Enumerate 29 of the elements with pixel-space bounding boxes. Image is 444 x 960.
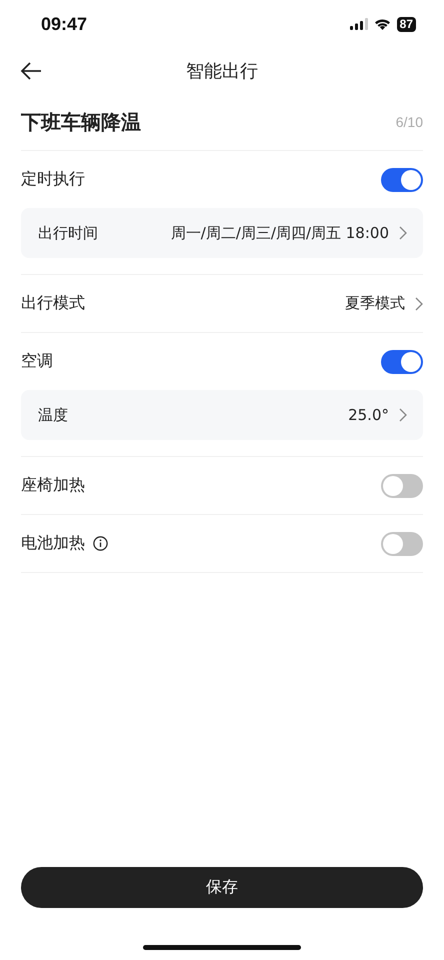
setting-label: 电池加热 bbox=[21, 533, 85, 554]
sub-setting-card[interactable]: 温度 25.0° bbox=[21, 390, 423, 440]
sub-setting-label: 温度 bbox=[38, 406, 68, 424]
info-icon[interactable] bbox=[93, 536, 108, 551]
toggle-switch[interactable] bbox=[381, 532, 423, 556]
toggle-switch[interactable] bbox=[381, 474, 423, 498]
battery-level: 87 bbox=[396, 16, 416, 32]
toggle-switch[interactable] bbox=[381, 168, 423, 192]
chevron-right-icon bbox=[399, 226, 407, 240]
save-button[interactable]: 保存 bbox=[21, 867, 423, 908]
page-title: 智能出行 bbox=[186, 60, 258, 83]
sub-setting-card[interactable]: 出行时间 周一/周二/周三/周四/周五 18:00 bbox=[21, 208, 423, 258]
setting-label: 座椅加热 bbox=[21, 475, 85, 496]
setting-label: 出行模式 bbox=[21, 293, 85, 314]
chevron-right-icon bbox=[399, 408, 407, 422]
sub-setting-label: 出行时间 bbox=[38, 224, 98, 242]
chevron-right-icon bbox=[415, 296, 423, 310]
character-count: 6/10 bbox=[396, 114, 423, 130]
setting-label: 定时执行 bbox=[21, 169, 85, 190]
wifi-icon bbox=[374, 18, 391, 30]
back-arrow-icon bbox=[20, 62, 42, 80]
status-time: 09:47 bbox=[41, 14, 88, 34]
setting-value[interactable]: 夏季模式 bbox=[345, 294, 405, 313]
toggle-switch[interactable] bbox=[381, 350, 423, 374]
signal-icon bbox=[350, 18, 368, 30]
sub-setting-value: 25.0° bbox=[348, 406, 389, 424]
scene-name: 下班车辆降温 bbox=[21, 108, 141, 136]
sub-setting-value: 周一/周二/周三/周四/周五 18:00 bbox=[170, 224, 389, 242]
setting-label: 空调 bbox=[21, 351, 53, 372]
